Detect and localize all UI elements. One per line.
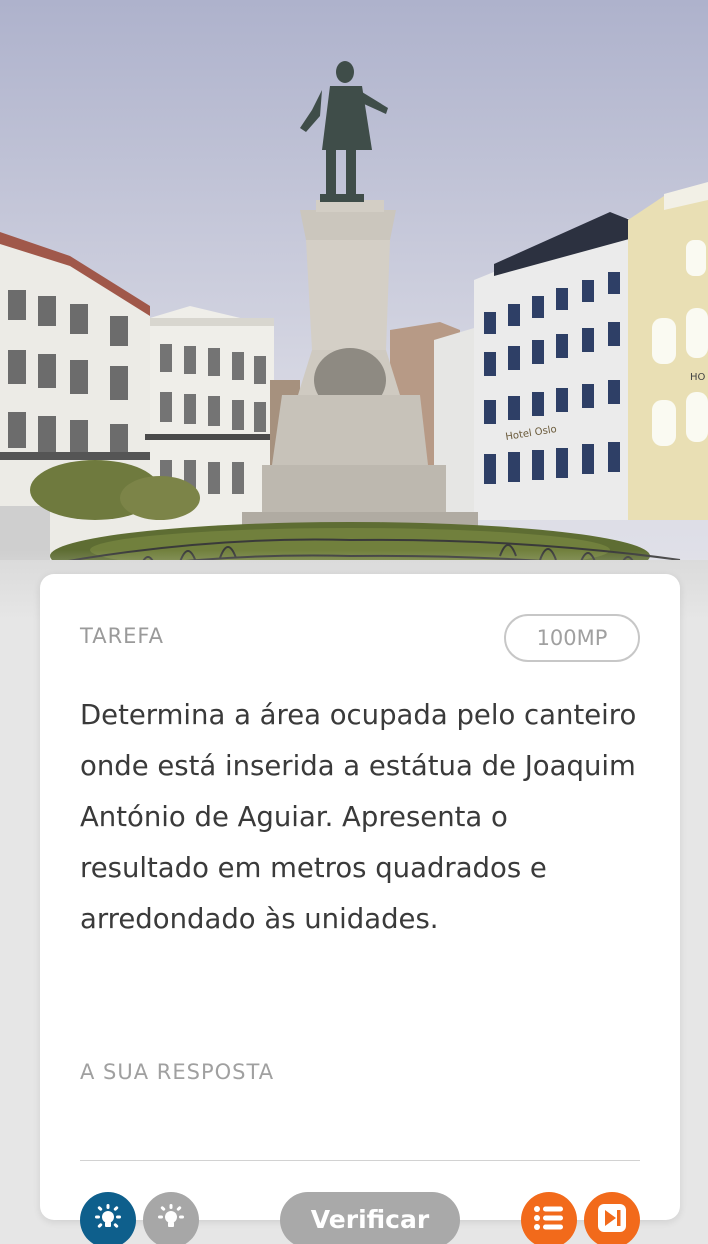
- points-badge: 100MP: [504, 614, 640, 662]
- card-header: TAREFA 100MP: [80, 614, 640, 662]
- app-screen: Hotel Oslo HO TAREFA 100MP Determina a á…: [0, 0, 708, 1244]
- list-icon: [533, 1204, 565, 1236]
- hint-button-secondary[interactable]: [143, 1192, 199, 1244]
- answer-divider: [80, 1160, 640, 1161]
- task-list-button[interactable]: [521, 1192, 577, 1244]
- task-label: TAREFA: [80, 624, 164, 648]
- skip-next-icon: [597, 1203, 627, 1237]
- task-photo: Hotel Oslo HO: [0, 0, 708, 620]
- lightbulb-icon: [91, 1201, 125, 1239]
- hint-button-primary[interactable]: [80, 1192, 136, 1244]
- answer-input[interactable]: [80, 1086, 640, 1160]
- lightbulb-icon: [154, 1201, 188, 1239]
- answer-label: A SUA RESPOSTA: [80, 1060, 275, 1084]
- corner-sign: HO: [690, 372, 706, 383]
- verify-button[interactable]: Verificar: [280, 1192, 460, 1244]
- far-right-building: HO: [628, 182, 708, 520]
- bottom-toolbar: Verificar: [0, 1192, 708, 1244]
- task-description: Determina a área ocupada pelo canteiro o…: [80, 699, 637, 935]
- skip-task-button[interactable]: [584, 1192, 640, 1244]
- task-card: TAREFA 100MP Determina a área ocupada pe…: [40, 574, 680, 1220]
